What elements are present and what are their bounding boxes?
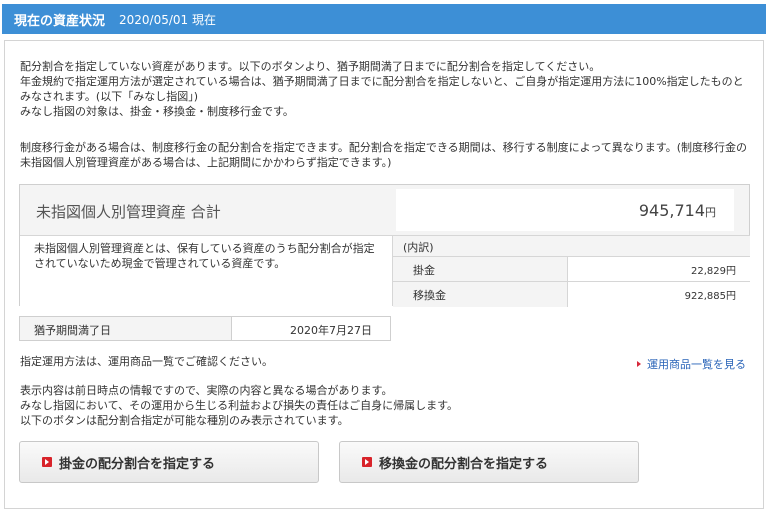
- summary-total-box: 945,714円: [396, 189, 734, 231]
- page-header: 現在の資産状況 2020/05/01 現在: [2, 4, 766, 34]
- breakdown-name: 移換金: [393, 282, 568, 307]
- page-title: 現在の資産状況: [14, 13, 106, 29]
- intro-line-1: 配分割合を指定していない資産があります。以下のボタンより、猶予期間満了日までに配…: [20, 60, 601, 73]
- play-arrow-icon: [362, 457, 372, 467]
- contribution-button-label: 掛金の配分割合を指定する: [59, 456, 216, 472]
- breakdown-row: 移換金 922,885円: [393, 282, 750, 307]
- method-note: 指定運用方法は、運用商品一覧でご確認ください。: [20, 355, 273, 368]
- disclaimer-text: 表示内容は前日時点の情報ですので、実際の内容と異なる場合があります。 みなし指図…: [20, 383, 750, 428]
- breakdown-name: 掛金: [393, 257, 568, 281]
- link-arrow-icon: [637, 361, 641, 367]
- breakdown-title: (内訳): [393, 236, 750, 257]
- intro-text: 配分割合を指定していない資産があります。以下のボタンより、猶予期間満了日までに配…: [20, 59, 750, 119]
- summary-label: 未指図個人別管理資産 合計: [36, 203, 221, 221]
- disclaimer-line-2: みなし指図において、その運用から生じる利益および損失の責任はご自身に帰属します。: [20, 399, 459, 412]
- transfer-button-label: 移換金の配分割合を指定する: [379, 456, 549, 472]
- deadline-value: 2020年7月27日: [290, 324, 372, 337]
- disclaimer-line-3: 以下のボタンは配分割合指定が可能な種別のみ表示されています。: [20, 414, 349, 427]
- intro-line-3: みなし指図の対象は、掛金・移換金・制度移行金です。: [20, 105, 294, 118]
- breakdown-value: 22,829円: [568, 257, 750, 281]
- breakdown-value: 922,885円: [568, 282, 750, 307]
- transition-note: 制度移行金がある場合は、制度移行金の配分割合を指定できます。配分割合を指定できる…: [20, 141, 747, 169]
- disclaimer-line-1: 表示内容は前日時点の情報ですので、実際の内容と異なる場合があります。: [20, 384, 393, 397]
- summary-total: 945,714: [638, 201, 705, 220]
- products-link-label: 運用商品一覧を見る: [647, 358, 746, 371]
- set-contribution-allocation-button[interactable]: 掛金の配分割合を指定する: [19, 441, 319, 483]
- grace-period-deadline: 猶予期間満了日 2020年7月27日: [19, 316, 391, 341]
- breakdown-row: 掛金 22,829円: [393, 257, 750, 282]
- unallocated-assets-summary: 未指図個人別管理資産 合計 945,714円 未指図個人別管理資産とは、保有して…: [19, 184, 750, 307]
- breakdown-table: (内訳) 掛金 22,829円 移換金 922,885円: [392, 235, 750, 307]
- deadline-label: 猶予期間満了日: [20, 317, 232, 340]
- summary-unit: 円: [705, 206, 716, 219]
- asset-status-panel: 配分割合を指定していない資産があります。以下のボタンより、猶予期間満了日までに配…: [4, 40, 764, 509]
- set-transfer-allocation-button[interactable]: 移換金の配分割合を指定する: [339, 441, 639, 483]
- summary-description: 未指図個人別管理資産とは、保有している資産のうち配分割合が指定されていないため現…: [20, 235, 392, 306]
- intro-line-2: 年金規約で指定運用方法が選定されている場合は、猶予期間満了日までに配分割合を指定…: [20, 75, 744, 103]
- as-of-date: 2020/05/01 現在: [119, 12, 216, 27]
- products-list-link[interactable]: 運用商品一覧を見る: [637, 356, 746, 372]
- play-arrow-icon: [42, 457, 52, 467]
